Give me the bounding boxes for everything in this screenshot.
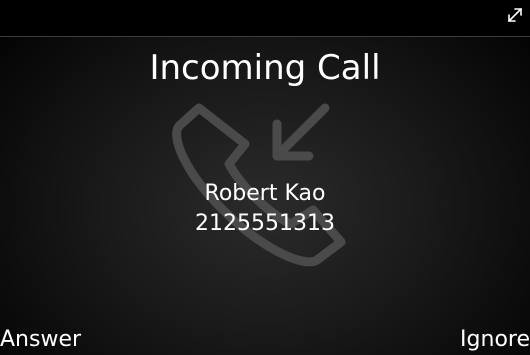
ignore-button[interactable]: Ignore <box>460 326 530 354</box>
expand-arrows-icon[interactable] <box>504 4 526 26</box>
answer-button[interactable]: Answer <box>0 326 81 354</box>
caller-name: Robert Kao <box>204 181 326 206</box>
caller-number: 2125551313 <box>195 211 335 236</box>
top-bar <box>0 0 530 37</box>
incoming-call-screen: Incoming Call Robert Kao 2125551313 Answ… <box>0 0 530 355</box>
call-title: Incoming Call <box>149 48 381 88</box>
